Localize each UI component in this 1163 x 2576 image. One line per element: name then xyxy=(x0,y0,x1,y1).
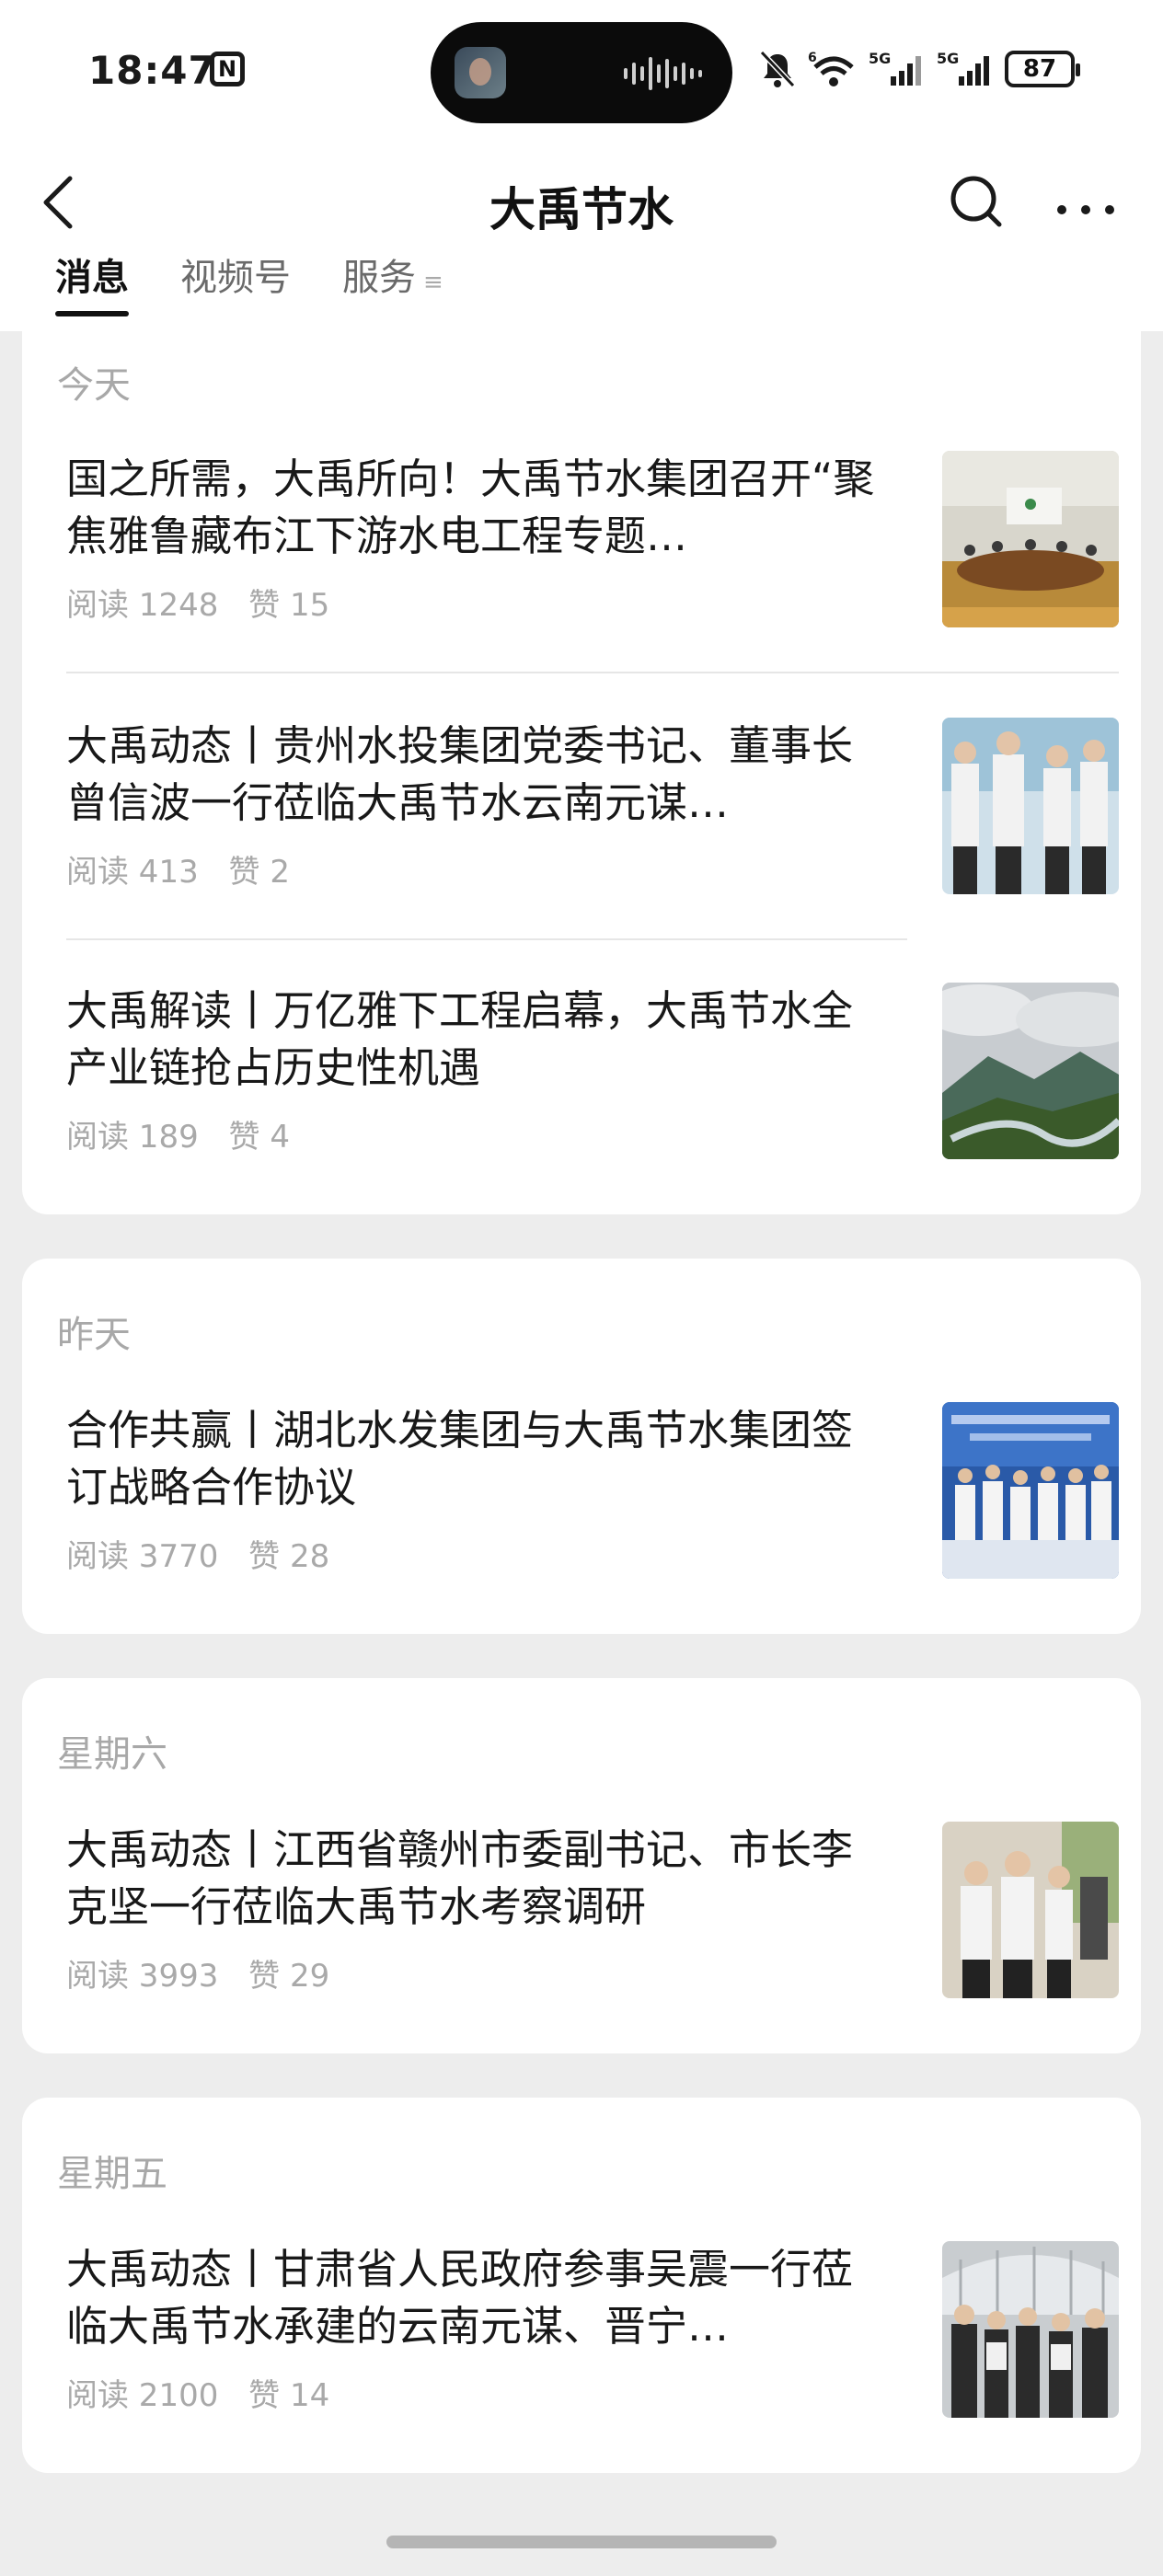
account-header: 大禹节水 消息 视频号 服务 ≡ xyxy=(0,147,1163,331)
read-count: 阅读 3993 xyxy=(66,1958,219,1995)
wifi-icon: 6 xyxy=(808,51,854,86)
river-valley-photo xyxy=(942,983,1119,1159)
audio-wave-icon xyxy=(624,57,702,90)
signing-ceremony-photo xyxy=(942,1402,1119,1579)
status-icons: 6 5G 5G 87 xyxy=(758,46,1080,92)
cellular-signal-2-icon: 5G xyxy=(937,50,989,86)
now-playing-app-icon xyxy=(455,47,506,98)
like-count: 赞 15 xyxy=(248,587,330,624)
article-item[interactable]: 合作共赢丨湖北水发集团与大禹节水集团签订战略合作协议 阅读 3770 赞 28 xyxy=(66,1402,1119,1604)
tab-services[interactable]: 服务 ≡ xyxy=(342,250,443,316)
feed-group-saturday: 星期六 大禹动态丨江西省赣州市委副书记、市长李克坚一行莅临大禹节水考察调研 阅读… xyxy=(22,1678,1141,2053)
article-stats: 阅读 1248 赞 15 xyxy=(66,580,350,625)
article-stats: 阅读 2100 赞 14 xyxy=(66,2370,350,2415)
like-count: 赞 28 xyxy=(248,1538,330,1575)
like-count: 赞 2 xyxy=(228,854,290,891)
article-item[interactable]: 大禹动态丨江西省赣州市委副书记、市长李克坚一行莅临大禹节水考察调研 阅读 399… xyxy=(66,1822,1119,2024)
feed-group-today: 今天 国之所需，大禹所向！大禹节水集团召开“聚焦雅鲁藏布江下游水电工程专题… 阅… xyxy=(22,331,1141,1214)
article-stats: 阅读 413 赞 2 xyxy=(66,846,310,891)
read-count: 阅读 413 xyxy=(66,854,199,891)
day-label: 昨天 xyxy=(57,1314,131,1356)
read-count: 阅读 1248 xyxy=(66,587,219,624)
article-title: 大禹动态丨江西省赣州市委副书记、市长李克坚一行莅临大禹节水考察调研 xyxy=(66,1825,854,1931)
meeting-room-photo xyxy=(942,451,1119,627)
article-item[interactable]: 大禹动态丨贵州水投集团党委书记、董事长曾信波一行莅临大禹节水云南元谋… 阅读 4… xyxy=(66,718,1119,920)
svg-text:6: 6 xyxy=(808,51,817,65)
svg-text:5G: 5G xyxy=(937,50,959,67)
warehouse-visit-photo xyxy=(942,2241,1119,2418)
day-label: 今天 xyxy=(57,364,131,407)
article-item[interactable]: 大禹动态丨甘肃省人民政府参事吴震一行莅临大禹节水承建的云南元谋、晋宁… 阅读 2… xyxy=(66,2241,1119,2444)
divider xyxy=(66,672,1119,673)
dynamic-island[interactable] xyxy=(431,22,732,123)
divider xyxy=(66,938,907,940)
day-label: 星期六 xyxy=(57,1733,167,1776)
day-label: 星期五 xyxy=(57,2153,167,2195)
read-count: 阅读 2100 xyxy=(66,2377,219,2414)
tab-services-label: 服务 xyxy=(342,257,416,299)
tab-messages[interactable]: 消息 xyxy=(55,250,129,316)
article-title: 合作共赢丨湖北水发集团与大禹节水集团签订战略合作协议 xyxy=(66,1406,854,1512)
article-title: 大禹解读丨万亿雅下工程启幕，大禹节水全产业链抢占历史性机遇 xyxy=(66,986,854,1092)
status-bar: 18:47 N 6 5G 5G 87 xyxy=(0,0,1163,147)
feed-group-yesterday: 昨天 合作共赢丨湖北水发集团与大禹节水集团签订战略合作协议 阅读 3770 赞 … xyxy=(22,1259,1141,1634)
nfc-icon: N xyxy=(210,52,245,86)
like-count: 赞 4 xyxy=(228,1119,290,1156)
inspection-photo xyxy=(942,1822,1119,1998)
article-item[interactable]: 国之所需，大禹所向！大禹节水集团召开“聚焦雅鲁藏布江下游水电工程专题… 阅读 1… xyxy=(66,451,1119,653)
home-indicator[interactable] xyxy=(386,2536,777,2548)
article-stats: 阅读 3993 赞 29 xyxy=(66,1950,350,1995)
cellular-signal-icon: 5G xyxy=(869,50,921,86)
article-title: 大禹动态丨贵州水投集团党委书记、董事长曾信波一行莅临大禹节水云南元谋… xyxy=(66,721,854,827)
svg-text:5G: 5G xyxy=(869,50,891,67)
mute-bell-icon xyxy=(759,50,796,88)
group-visit-photo xyxy=(942,718,1119,894)
tab-bar: 消息 视频号 服务 ≡ xyxy=(55,250,443,324)
search-icon[interactable] xyxy=(944,166,1008,239)
feed-group-friday: 星期五 大禹动态丨甘肃省人民政府参事吴震一行莅临大禹节水承建的云南元谋、晋宁… … xyxy=(22,2098,1141,2473)
status-time: 18:47 xyxy=(88,48,216,93)
article-item[interactable]: 大禹解读丨万亿雅下工程启幕，大禹节水全产业链抢占历史性机遇 阅读 189 赞 4 xyxy=(66,983,1119,1185)
article-stats: 阅读 189 赞 4 xyxy=(66,1111,310,1156)
read-count: 阅读 3770 xyxy=(66,1538,219,1575)
like-count: 赞 14 xyxy=(248,2377,330,2414)
read-count: 阅读 189 xyxy=(66,1119,199,1156)
article-stats: 阅读 3770 赞 28 xyxy=(66,1531,350,1576)
battery-icon: 87 xyxy=(1005,51,1080,87)
article-title: 大禹动态丨甘肃省人民政府参事吴震一行莅临大禹节水承建的云南元谋、晋宁… xyxy=(66,2245,854,2351)
like-count: 赞 29 xyxy=(248,1958,330,1995)
menu-lines-icon: ≡ xyxy=(423,269,443,296)
tab-channels[interactable]: 视频号 xyxy=(180,250,291,316)
article-title: 国之所需，大禹所向！大禹节水集团召开“聚焦雅鲁藏布江下游水电工程专题… xyxy=(66,454,875,560)
more-options-icon[interactable] xyxy=(1049,166,1123,239)
